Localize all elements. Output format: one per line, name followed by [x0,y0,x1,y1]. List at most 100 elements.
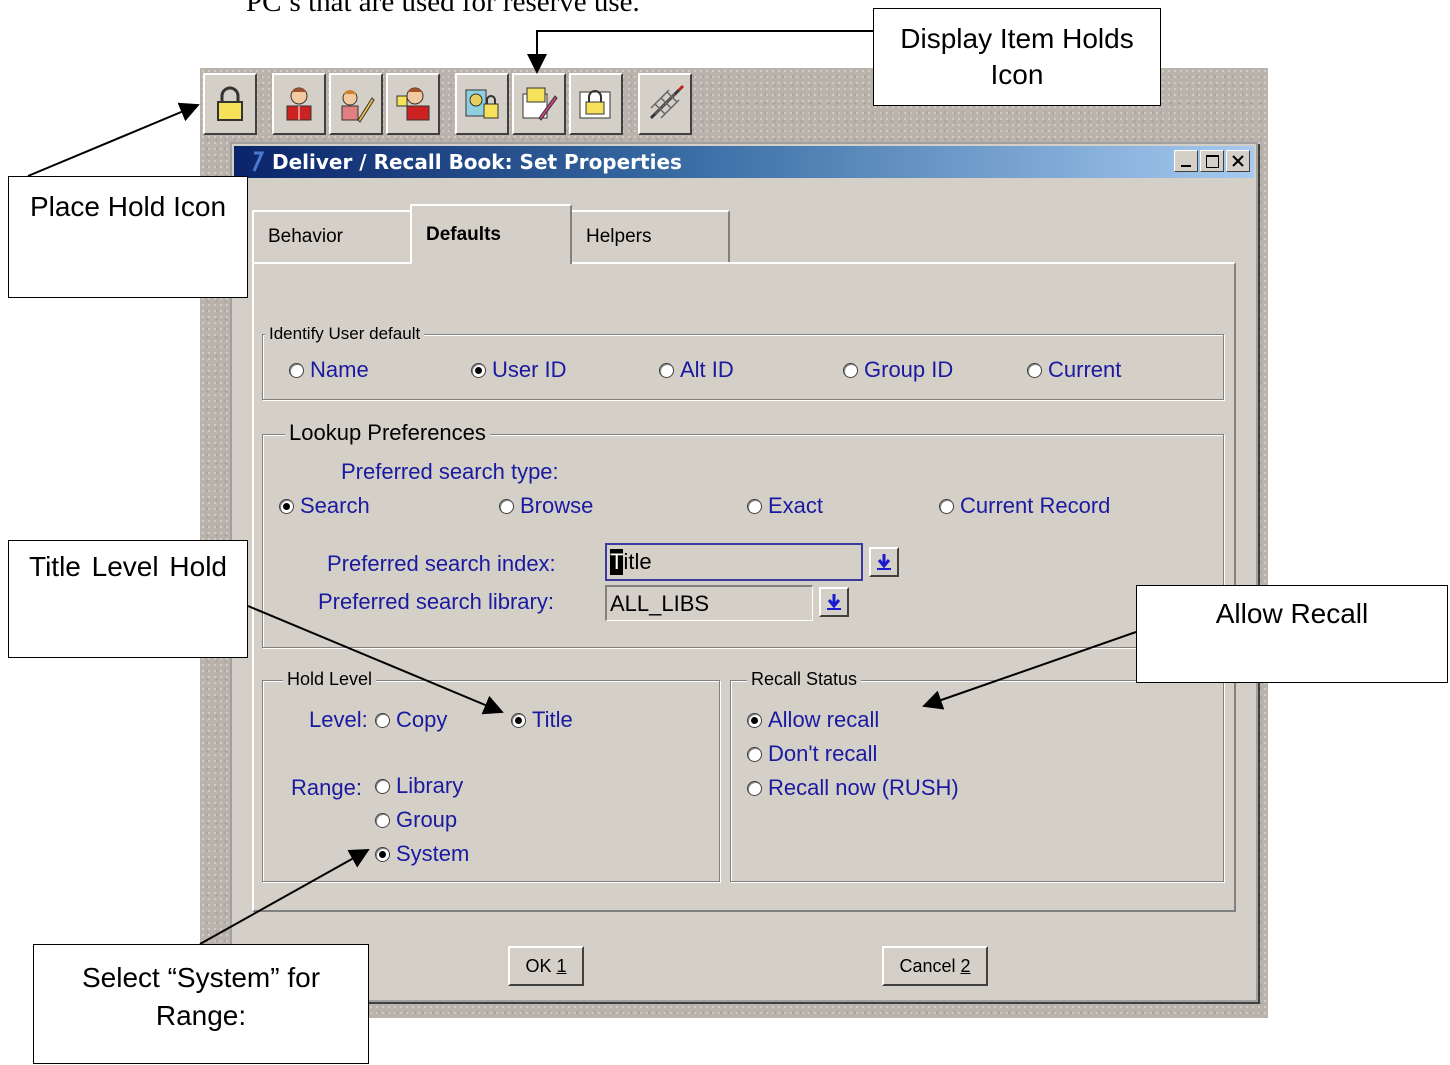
range-label: Range: [291,775,362,800]
display-item-holds-button[interactable] [455,73,509,135]
radio-button[interactable] [375,778,390,794]
cancel-label: Cancel [899,955,956,976]
radio-button[interactable] [375,812,390,828]
minimize-button[interactable] [1174,150,1198,172]
title-bar[interactable]: Deliver / Recall Book: Set Properties [234,146,1254,178]
identify-alt-id-radio[interactable]: Alt ID [659,357,734,383]
radio-button[interactable] [511,712,526,728]
range-system-radio[interactable]: System [375,841,469,867]
radio-label: User ID [492,357,567,382]
recall-status-legend: Recall Status [747,669,862,690]
item-lock-button[interactable] [569,73,623,135]
item-lock-icon [579,90,611,119]
tab-behavior-label: Behavior [268,226,343,247]
lookup-preferences-legend: Lookup Preferences [285,420,490,446]
maximize-button[interactable] [1200,150,1224,172]
radio-label: System [396,841,470,866]
close-button[interactable] [1226,150,1250,172]
radio-button[interactable] [843,362,858,378]
level-title-radio[interactable]: Title [511,707,573,733]
radio-label: Current Record [960,493,1111,518]
radio-button[interactable] [659,362,674,378]
place-hold-button[interactable] [203,73,257,135]
hold-level-legend: Hold Level [283,669,377,690]
identify-name-radio[interactable]: Name [289,357,369,383]
radio-label: Alt ID [680,357,734,382]
radio-button[interactable] [747,746,762,762]
selected-character: T [610,549,624,575]
cancel-button[interactable]: Cancel 2 [882,946,988,986]
cancel-shortcut: 2 [960,955,971,976]
identify-user-legend: Identify User default [265,324,425,344]
user-edit-button[interactable] [329,73,383,135]
radio-button[interactable] [375,846,390,862]
allow-recall-callout: Allow Recall [1136,585,1448,683]
radio-button[interactable] [375,712,390,728]
radio-label: Current [1048,357,1122,382]
range-library-radio[interactable]: Library [375,773,463,799]
preferred-search-library-label: Preferred search library: [318,589,554,614]
level-copy-radio[interactable]: Copy [375,707,447,733]
identify-user-group: Identify User default Name User ID Alt I… [262,324,1224,400]
radio-button[interactable] [1027,362,1042,378]
user-edit-icon [341,90,375,123]
ok-button[interactable]: OK 1 [508,946,584,986]
down-arrow-icon [827,594,841,610]
tab-defaults[interactable]: Defaults [410,204,572,264]
user-lock-button[interactable] [386,73,440,135]
search-type-exact-radio[interactable]: Exact [747,493,823,519]
close-icon [1232,155,1244,167]
user-book-button[interactable] [272,73,326,135]
tab-behavior[interactable]: Behavior [252,210,412,262]
radio-button[interactable] [747,712,762,728]
tab-helpers[interactable]: Helpers [570,210,730,262]
search-library-dropdown-button[interactable] [819,587,849,617]
identify-current-radio[interactable]: Current [1027,357,1121,383]
search-type-browse-radio[interactable]: Browse [499,493,593,519]
display-item-holds-icon [465,89,499,119]
net-button[interactable] [638,73,692,135]
level-label: Level: [309,707,368,732]
search-type-search-radio[interactable]: Search [279,493,370,519]
dont-recall-radio[interactable]: Don't recall [747,741,877,767]
item-edit-icon [522,87,558,121]
identify-group-id-radio[interactable]: Group ID [843,357,953,383]
radio-button[interactable] [279,498,294,514]
index-value-rest: itle [623,549,652,574]
toolbar [203,68,695,140]
maximize-icon [1206,155,1219,168]
window-title: Deliver / Recall Book: Set Properties [272,150,682,174]
allow-recall-radio[interactable]: Allow recall [747,707,879,733]
radio-label: Browse [520,493,594,518]
radio-button[interactable] [471,362,486,378]
user-lock-icon [396,87,430,121]
preferred-search-index-field[interactable]: Title [605,543,863,581]
radio-button[interactable] [289,362,304,378]
recall-status-group: Recall Status Allow recall Don't recall … [730,669,1224,882]
hold-level-group: Hold Level Level: Copy Title Range: Libr… [262,669,720,882]
window-controls [1174,150,1250,172]
title-level-hold-callout: Title Level Hold [8,540,248,658]
radio-button[interactable] [499,498,514,514]
defaults-tab-panel: Identify User default Name User ID Alt I… [252,262,1236,912]
radio-button[interactable] [747,780,762,796]
recall-now-radio[interactable]: Recall now (RUSH) [747,775,959,801]
properties-dialog: Deliver / Recall Book: Set Properties Be… [230,142,1258,1002]
preferred-search-library-field[interactable]: ALL_LIBS [605,585,813,621]
radio-label: Don't recall [768,741,878,766]
radio-label: Title [532,707,573,732]
search-type-current-record-radio[interactable]: Current Record [939,493,1110,519]
place-hold-lock-icon [217,86,243,121]
radio-label: Group ID [864,357,954,382]
item-edit-button[interactable] [512,73,566,135]
radio-button[interactable] [747,498,762,514]
preferred-search-type-label: Preferred search type: [341,459,559,484]
down-arrow-icon [877,554,891,570]
library-value: ALL_LIBS [610,590,710,616]
identify-user-id-radio[interactable]: User ID [471,357,567,383]
ok-shortcut: 1 [556,955,567,976]
search-index-dropdown-button[interactable] [869,547,899,577]
range-group-radio[interactable]: Group [375,807,457,833]
radio-label: Copy [396,707,448,732]
radio-button[interactable] [939,498,954,514]
